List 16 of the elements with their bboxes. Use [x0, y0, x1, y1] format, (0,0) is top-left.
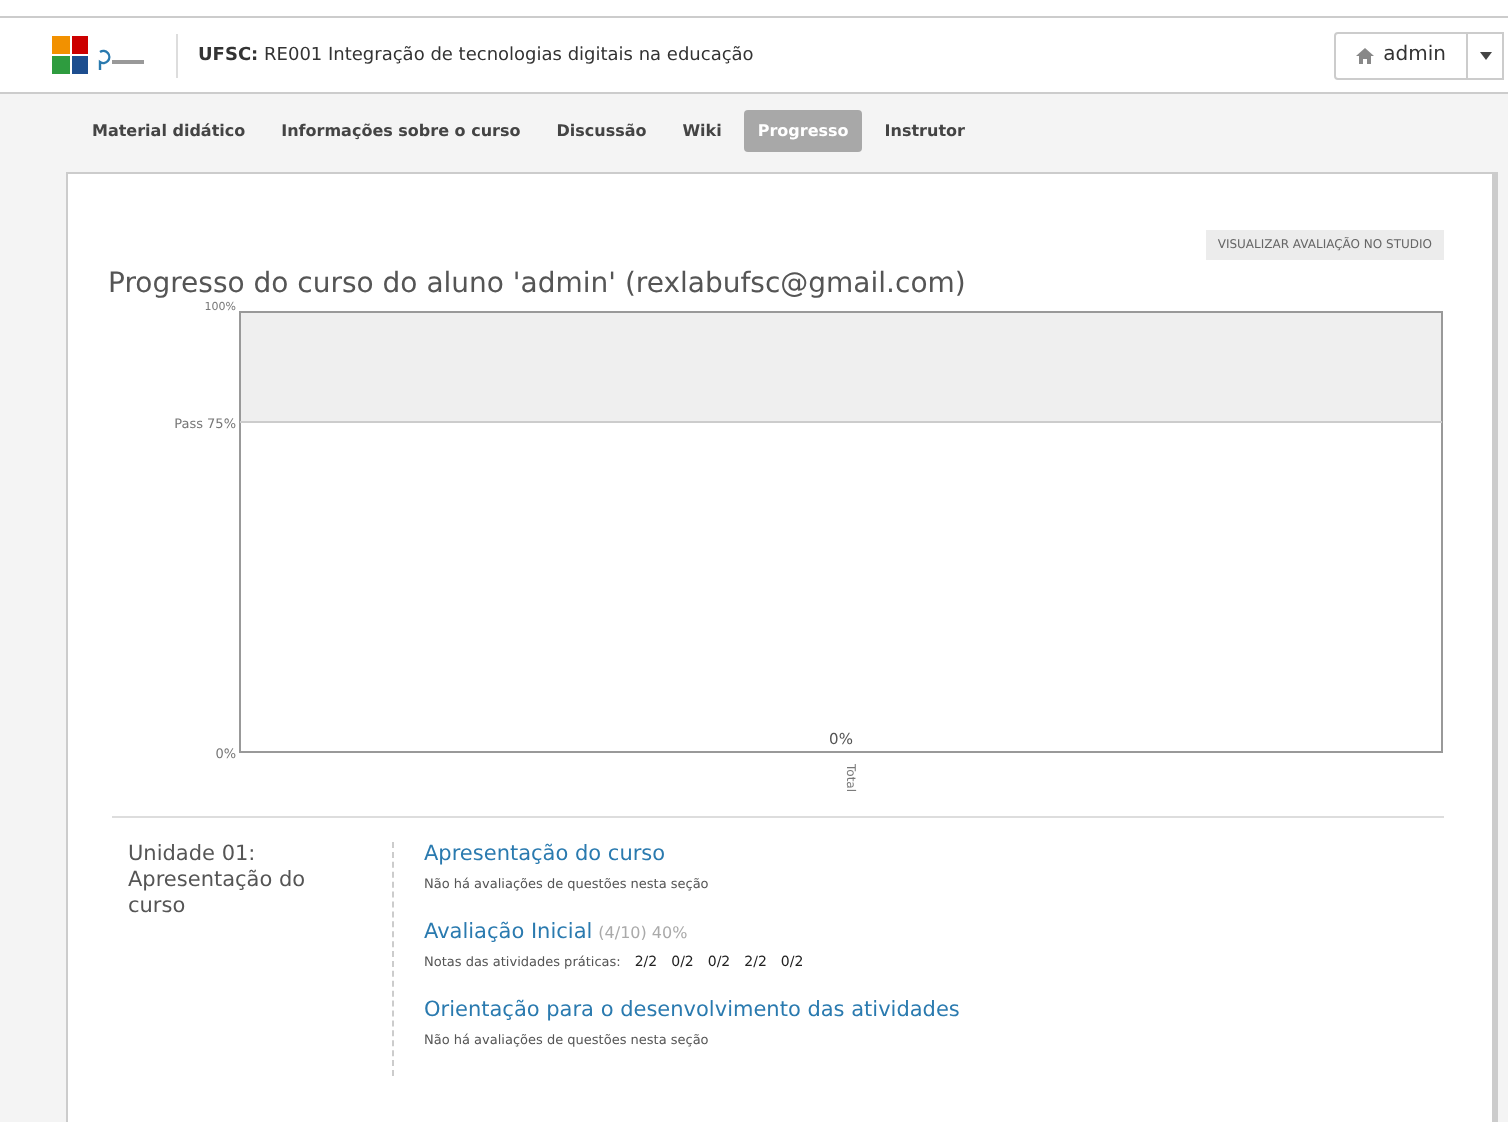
section-score: (4/10) 40%: [598, 924, 688, 942]
home-icon: [1355, 47, 1374, 63]
chapter-name: Unidade 01: Apresentação do curso: [126, 842, 308, 923]
section-link[interactable]: Orientação para o desenvolvimento das atividades: [424, 998, 960, 1022]
nav-tab[interactable]: Discussão: [542, 110, 661, 152]
nav-tab[interactable]: Wiki: [668, 110, 736, 152]
dropdown-button[interactable]: [1468, 31, 1504, 79]
course-title: UFSC: RE001 Integração de tecnologias digitais na educação: [198, 45, 756, 65]
progress-title: Progresso do curso do aluno 'admin' (rexlabufsc@gmail.com): [108, 268, 968, 300]
nav-tab[interactable]: Informações sobre o curso: [267, 110, 535, 152]
nav-tab[interactable]: Material didático: [78, 110, 260, 152]
section-link[interactable]: Apresentação do curso: [424, 842, 666, 866]
section-link[interactable]: Avaliação Inicial: [424, 920, 593, 944]
nav-tab[interactable]: Instrutor: [870, 110, 979, 152]
user-menu-button[interactable]: admin: [1333, 31, 1468, 79]
caret-icon: [1479, 51, 1491, 59]
